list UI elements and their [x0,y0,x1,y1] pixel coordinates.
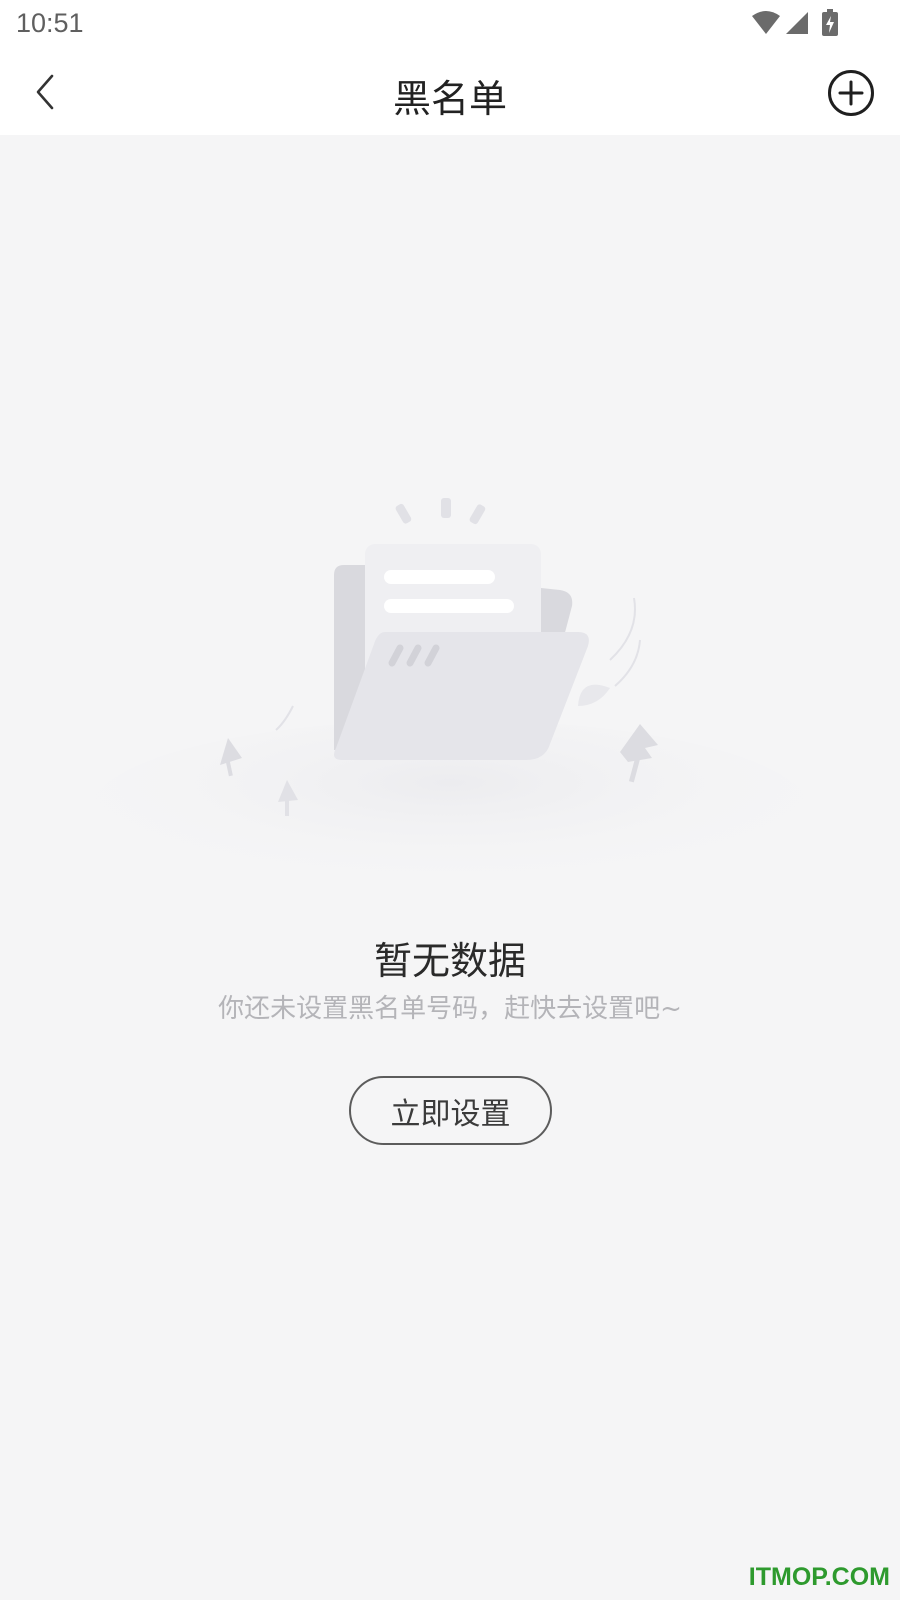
plus-circle-icon [828,70,874,116]
page-title: 黑名单 [392,77,507,121]
empty-folder-illustration [80,480,820,900]
setup-now-button[interactable]: 立即设置 [349,1076,552,1145]
status-icons [750,8,850,40]
empty-state-title: 暂无数据 [373,939,526,983]
battery-charging-icon [822,9,838,36]
signal-icon [786,12,808,34]
nav-bar: 黑名单 [0,50,900,135]
add-button[interactable] [826,68,876,118]
wifi-icon [752,11,780,34]
status-time: 10:51 [16,8,84,38]
status-bar: 10:51 [0,0,900,50]
watermark: ITMOP.COM [748,1563,890,1591]
empty-state-description: 你还未设置黑名单号码，赶快去设置吧~ [218,994,682,1024]
